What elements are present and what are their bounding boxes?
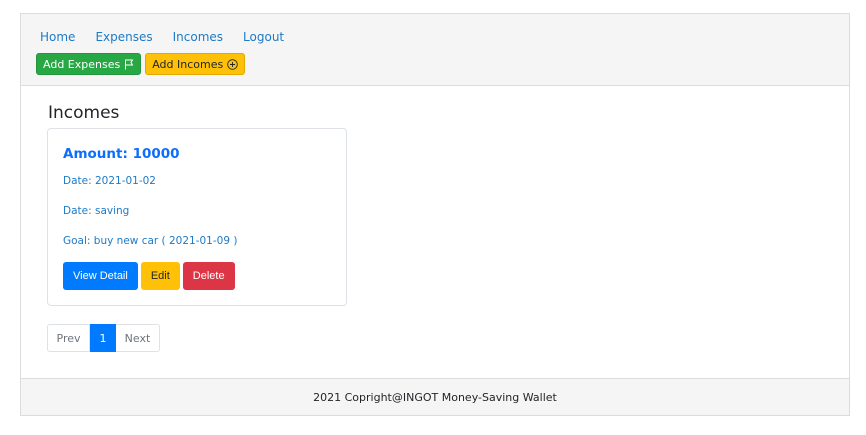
footer-text: 2021 Copright@INGOT Money-Saving Wallet xyxy=(313,390,557,404)
header: Home Expenses Incomes Logout Add Expenses A… xyxy=(21,14,849,86)
delete-button[interactable]: Delete xyxy=(182,262,235,290)
income-amount: Amount: 10000 xyxy=(63,146,180,162)
add-incomes-button[interactable]: Add Incomes xyxy=(145,53,246,75)
add-incomes-label: Add Incomes xyxy=(152,57,224,71)
income-goal: Goal: buy new car ( 2021-01-09 ) xyxy=(63,235,238,247)
top-nav: Home Expenses Incomes Logout xyxy=(40,30,304,44)
nav-expenses-link[interactable]: Expenses xyxy=(95,30,152,44)
pagination-prev[interactable]: Prev xyxy=(47,324,90,352)
header-actions: Add Expenses Add Incomes xyxy=(36,53,246,75)
income-card: Amount: 10000 Date: 2021-01-02 Date: sav… xyxy=(47,128,347,306)
flag-icon xyxy=(124,59,134,70)
income-date: Date: 2021-01-02 xyxy=(63,175,156,187)
add-expenses-label: Add Expenses xyxy=(43,57,121,71)
add-expenses-button[interactable]: Add Expenses xyxy=(36,53,142,75)
nav-incomes-link[interactable]: Incomes xyxy=(173,30,223,44)
nav-home-link[interactable]: Home xyxy=(40,30,75,44)
page-title: Incomes xyxy=(48,103,120,123)
card-actions: View Detail Edit Delete xyxy=(63,262,235,290)
edit-button[interactable]: Edit xyxy=(140,262,180,290)
pagination-page-1[interactable]: 1 xyxy=(90,324,116,352)
income-type: Date: saving xyxy=(63,205,130,217)
pagination: Prev 1 Next xyxy=(47,324,160,352)
footer: 2021 Copright@INGOT Money-Saving Wallet xyxy=(21,378,849,415)
view-detail-button[interactable]: View Detail xyxy=(63,262,138,290)
nav-logout-link[interactable]: Logout xyxy=(243,30,284,44)
pagination-next[interactable]: Next xyxy=(116,324,160,352)
app-frame: Home Expenses Incomes Logout Add Expenses A… xyxy=(20,13,850,416)
plus-circle-icon xyxy=(227,58,238,70)
